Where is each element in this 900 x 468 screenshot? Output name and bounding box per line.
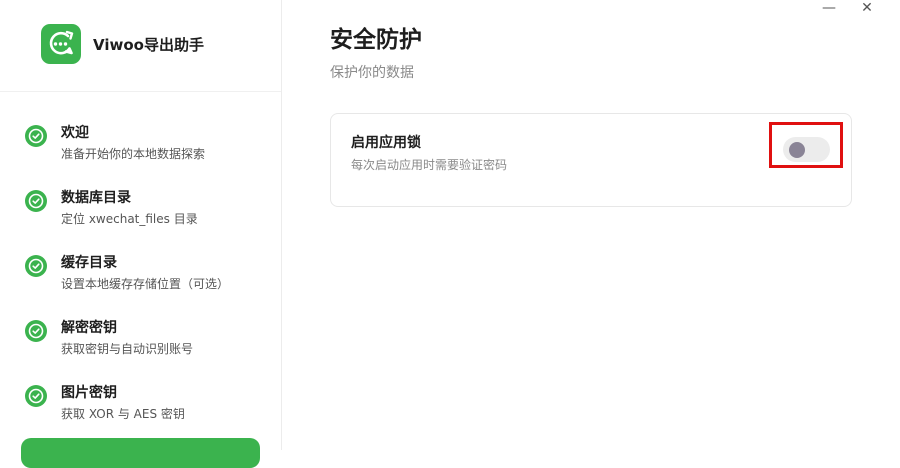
step-title: 图片密钥: [61, 385, 117, 401]
chat-export-icon: [49, 30, 74, 55]
step-item-cache-dir[interactable]: 缓存目录 设置本地缓存存储位置（可选）: [0, 255, 281, 305]
app-lock-desc: 每次启动应用时需要验证密码: [351, 158, 508, 172]
step-title: 欢迎: [61, 125, 89, 141]
step-desc: 准备开始你的本地数据探索: [61, 147, 206, 161]
check-circle-icon: [25, 190, 47, 212]
app-title: Viwoo导出助手: [93, 36, 204, 54]
toggle-knob[interactable]: [789, 142, 805, 158]
step-desc: 设置本地缓存存储位置（可选）: [61, 277, 230, 291]
step-desc: 定位 xwechat_files 目录: [61, 212, 198, 226]
check-circle-icon: [25, 385, 47, 407]
step-item-decrypt-key[interactable]: 解密密钥 获取密钥与自动识别账号: [0, 320, 281, 370]
app-logo: [41, 24, 81, 64]
step-title: 缓存目录: [61, 255, 117, 271]
step-desc: 获取 XOR 与 AES 密钥: [61, 407, 185, 421]
main-panel: — ✕ 安全防护 保护你的数据 启用应用锁 每次启动应用时需要验证密码: [282, 0, 900, 450]
sidebar-divider: [0, 91, 281, 92]
page-subtitle: 保护你的数据: [330, 65, 414, 81]
minimize-button[interactable]: —: [819, 0, 839, 16]
app-lock-title: 启用应用锁: [351, 135, 421, 151]
close-button[interactable]: ✕: [857, 0, 877, 16]
check-circle-icon: [25, 320, 47, 342]
check-circle-icon: [25, 125, 47, 147]
step-title: 解密密钥: [61, 320, 117, 336]
app-lock-toggle[interactable]: [783, 137, 830, 162]
step-item-database-dir[interactable]: 数据库目录 定位 xwechat_files 目录: [0, 190, 281, 240]
step-item-security-active[interactable]: [21, 438, 260, 468]
sidebar: Viwoo导出助手 欢迎 准备开始你的本地数据探索 数据库目录 定位 xwech…: [0, 0, 282, 468]
page-title: 安全防护: [330, 27, 422, 53]
app-lock-setting-card: 启用应用锁 每次启动应用时需要验证密码: [330, 113, 852, 207]
check-circle-icon: [25, 255, 47, 277]
step-title: 数据库目录: [61, 190, 131, 206]
step-item-welcome[interactable]: 欢迎 准备开始你的本地数据探索: [0, 125, 281, 175]
step-item-image-key[interactable]: 图片密钥 获取 XOR 与 AES 密钥: [0, 385, 281, 435]
step-desc: 获取密钥与自动识别账号: [61, 342, 194, 356]
